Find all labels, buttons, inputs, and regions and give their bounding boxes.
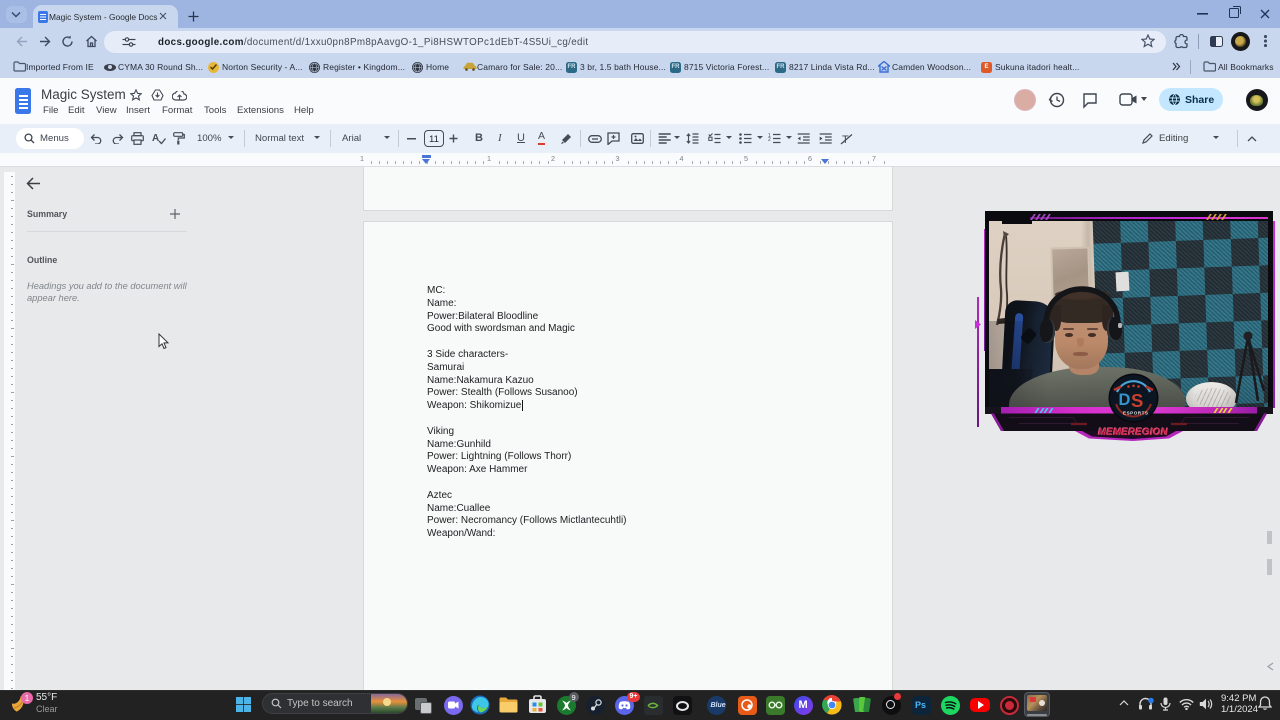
svg-text:2: 2 — [768, 137, 771, 143]
svg-text:D: D — [1119, 391, 1131, 409]
svg-text:S: S — [1131, 390, 1143, 411]
svg-text:1: 1 — [25, 694, 30, 703]
svg-text:ESPORTS: ESPORTS — [1123, 411, 1148, 416]
svg-text:A: A — [152, 133, 159, 144]
